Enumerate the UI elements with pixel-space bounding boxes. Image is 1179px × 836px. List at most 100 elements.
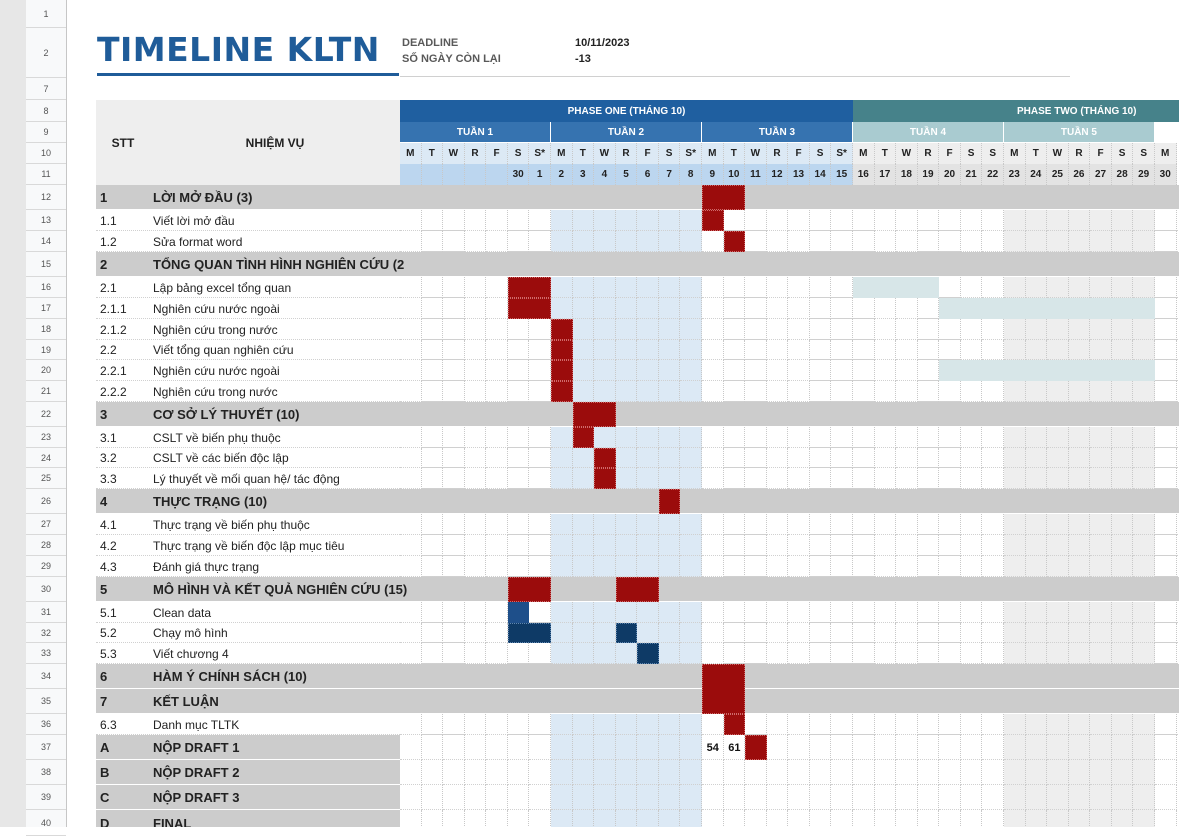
timeline-cell[interactable] (917, 785, 940, 810)
timeline-cell[interactable] (1133, 535, 1155, 556)
timeline-cell[interactable] (658, 468, 681, 489)
timeline-cell[interactable] (1003, 381, 1026, 402)
timeline-cell[interactable] (745, 381, 767, 402)
timeline-cell[interactable] (702, 810, 724, 827)
timeline-cell[interactable] (680, 535, 702, 556)
timeline-cell[interactable] (1090, 340, 1112, 360)
timeline-cell[interactable] (400, 602, 422, 623)
timeline-cell[interactable] (1154, 277, 1177, 298)
timeline-cell[interactable] (896, 535, 918, 556)
timeline-cell[interactable] (550, 810, 573, 827)
timeline-cell[interactable] (421, 468, 444, 489)
gantt-bar[interactable] (723, 231, 746, 252)
timeline-cell[interactable] (615, 714, 638, 735)
timeline-cell[interactable] (1154, 448, 1177, 468)
timeline-cell[interactable] (550, 298, 573, 319)
timeline-cell[interactable] (1090, 785, 1112, 810)
timeline-cell[interactable] (788, 448, 810, 468)
timeline-cell[interactable] (852, 514, 875, 535)
timeline-cell[interactable] (1111, 556, 1134, 577)
row-number[interactable]: 31 (26, 602, 66, 623)
timeline-cell[interactable] (723, 602, 746, 623)
timeline-cell[interactable] (680, 319, 702, 340)
timeline-cell[interactable] (852, 319, 875, 340)
spreadsheet-grid[interactable]: TIMELINE KLTN DEADLINE 10/11/2023 SỐ NGÀ… (67, 0, 1179, 827)
timeline-cell[interactable] (831, 468, 853, 489)
timeline-cell[interactable] (443, 468, 465, 489)
timeline-cell[interactable] (723, 785, 746, 810)
timeline-cell[interactable] (831, 298, 853, 319)
timeline-cell[interactable] (507, 535, 530, 556)
timeline-cell[interactable] (508, 810, 530, 827)
timeline-cell[interactable] (874, 468, 897, 489)
timeline-cell[interactable] (1047, 231, 1069, 252)
timeline-cell[interactable] (400, 556, 422, 577)
timeline-cell[interactable] (874, 760, 897, 785)
timeline-cell[interactable] (464, 381, 487, 402)
timeline-cell[interactable] (1047, 785, 1069, 810)
timeline-cell[interactable] (1003, 427, 1026, 448)
timeline-cell[interactable] (486, 602, 508, 623)
timeline-cell[interactable] (421, 785, 444, 810)
task-name[interactable]: NỘP DRAFT 2 (153, 760, 398, 785)
timeline-cell[interactable] (1003, 210, 1026, 231)
timeline-cell[interactable] (1111, 210, 1134, 231)
timeline-cell[interactable] (1025, 785, 1048, 810)
timeline-cell[interactable] (831, 381, 853, 402)
timeline-cell[interactable] (550, 277, 573, 298)
row-number[interactable]: 7 (26, 78, 66, 100)
timeline-cell[interactable] (1068, 277, 1091, 298)
timeline-cell[interactable] (1047, 643, 1069, 664)
timeline-cell[interactable] (443, 298, 465, 319)
timeline-cell[interactable] (1154, 623, 1177, 643)
timeline-cell[interactable] (788, 277, 810, 298)
timeline-cell[interactable] (1003, 514, 1026, 535)
timeline-cell[interactable] (1154, 556, 1177, 577)
timeline-cell[interactable] (421, 319, 444, 340)
timeline-cell[interactable] (788, 340, 810, 360)
timeline-cell[interactable] (1090, 231, 1112, 252)
timeline-cell[interactable] (745, 760, 767, 785)
row-number[interactable]: 29 (26, 556, 66, 577)
timeline-cell[interactable] (529, 468, 551, 489)
timeline-cell[interactable] (701, 298, 724, 319)
timeline-cell[interactable] (767, 810, 789, 827)
timeline-cell[interactable] (443, 427, 465, 448)
timeline-cell[interactable] (1068, 535, 1091, 556)
timeline-cell[interactable] (917, 427, 940, 448)
timeline-cell[interactable] (766, 277, 789, 298)
timeline-cell[interactable] (701, 468, 724, 489)
timeline-cell[interactable] (809, 319, 832, 340)
timeline-cell[interactable] (1133, 810, 1155, 827)
timeline-cell[interactable] (917, 623, 940, 643)
timeline-cell[interactable] (594, 210, 616, 231)
timeline-cell[interactable] (939, 340, 961, 360)
timeline-cell[interactable] (464, 468, 487, 489)
timeline-cell[interactable] (421, 643, 444, 664)
timeline-cell[interactable] (917, 298, 940, 319)
row-number[interactable]: 34 (26, 664, 66, 689)
timeline-cell[interactable] (982, 231, 1004, 252)
timeline-cell[interactable] (550, 468, 573, 489)
timeline-cell[interactable] (874, 231, 897, 252)
timeline-cell[interactable] (658, 340, 681, 360)
task-name[interactable]: Viết chương 4 (153, 643, 398, 664)
timeline-cell[interactable] (723, 340, 746, 360)
task-name[interactable]: KẾT LUẬN (153, 689, 398, 714)
timeline-cell[interactable] (421, 231, 444, 252)
timeline-cell[interactable] (745, 714, 767, 735)
timeline-cell[interactable] (486, 360, 508, 381)
timeline-cell[interactable] (1025, 319, 1048, 340)
row-number[interactable]: 9 (26, 122, 66, 143)
timeline-cell[interactable] (594, 360, 616, 381)
timeline-cell[interactable] (1090, 210, 1112, 231)
timeline-cell[interactable] (939, 602, 961, 623)
timeline-cell[interactable] (529, 810, 551, 827)
timeline-cell[interactable] (464, 360, 487, 381)
timeline-cell[interactable] (1025, 602, 1048, 623)
timeline-cell[interactable] (874, 360, 897, 381)
timeline-cell[interactable] (464, 448, 487, 468)
timeline-cell[interactable] (918, 810, 940, 827)
gantt-bar[interactable] (701, 210, 724, 231)
timeline-cell[interactable] (852, 210, 875, 231)
